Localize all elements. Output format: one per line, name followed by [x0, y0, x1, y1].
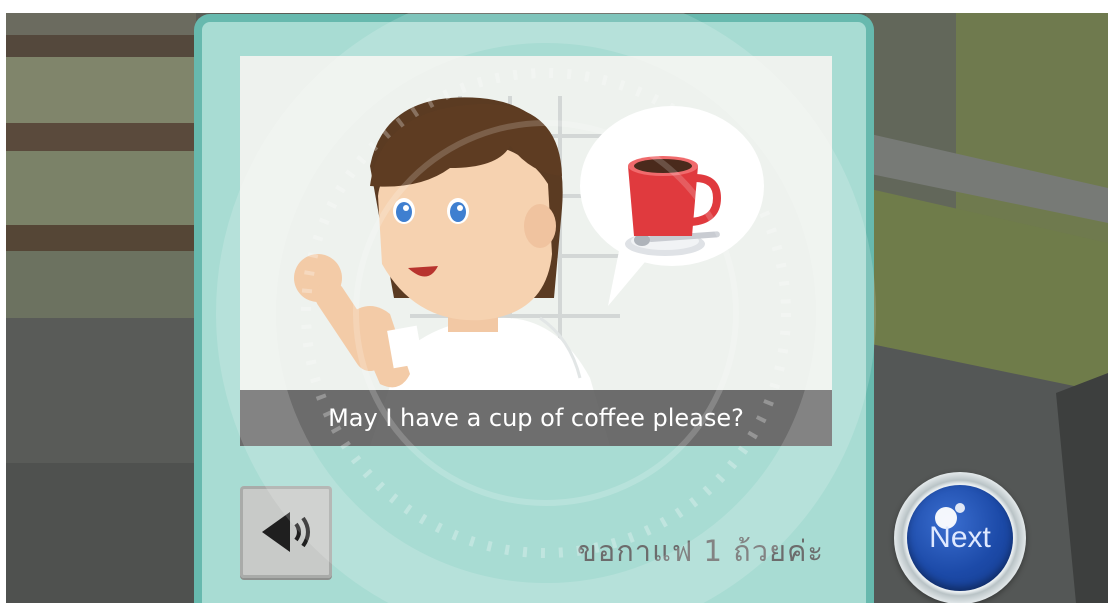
illustration-panel: May I have a cup of coffee please?: [240, 56, 832, 446]
play-audio-button[interactable]: [240, 486, 332, 578]
english-caption: May I have a cup of coffee please?: [240, 390, 832, 446]
thai-translation: ขอกาแฟ 1 ถ้วยค่ะ: [576, 534, 824, 568]
next-button-face: Next: [907, 485, 1013, 591]
gloss-highlight-small: [955, 503, 965, 513]
speaker-icon: [262, 512, 310, 552]
dialogue-card: May I have a cup of coffee please? ขอกาแ…: [194, 14, 874, 603]
next-button[interactable]: Next: [894, 472, 1026, 603]
game-stage: May I have a cup of coffee please? ขอกาแ…: [6, 13, 1108, 603]
next-label: Next: [929, 521, 991, 554]
girl-asking-coffee-illustration: [240, 56, 832, 446]
